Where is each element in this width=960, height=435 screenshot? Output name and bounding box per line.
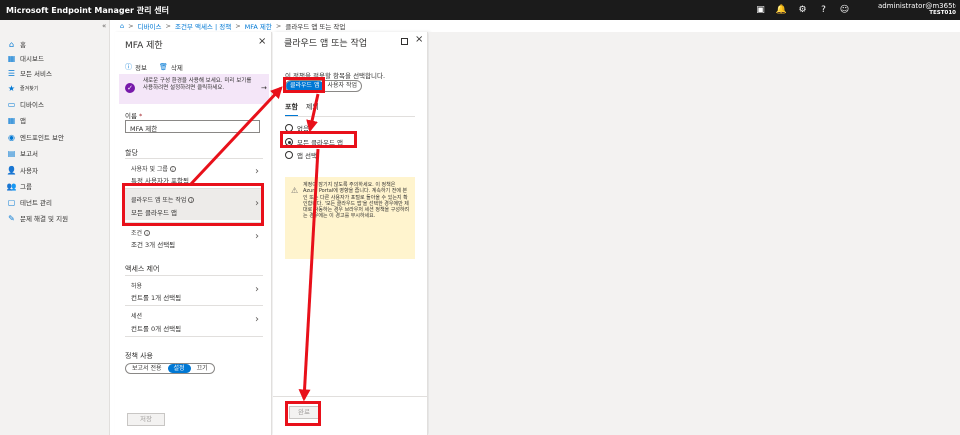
info-icon: i bbox=[144, 230, 151, 236]
breadcrumb-home-icon[interactable]: ⌂ bbox=[120, 22, 124, 30]
pill-cloud-apps[interactable]: 클라우드 앱 bbox=[286, 81, 324, 91]
tab-exclude[interactable]: 제외 bbox=[306, 102, 319, 117]
tab-include[interactable]: 포함 bbox=[285, 102, 298, 117]
breadcrumb-conditional-access[interactable]: 조건부 액세스 | 정책 bbox=[175, 21, 231, 31]
tenant-icon: ▢ bbox=[7, 197, 16, 207]
check-icon: ✓ bbox=[125, 83, 135, 93]
nav-item-all-services[interactable]: ☰ 모든 서비스 bbox=[7, 67, 52, 79]
arrow-right-icon: → bbox=[261, 84, 267, 92]
enable-policy-label: 정책 사용 bbox=[125, 352, 153, 360]
warning-text: 계정이 잠기지 않도록 주의하세요. 이 정책은 Azure Portal에 영… bbox=[303, 182, 410, 220]
radio-select-apps[interactable]: 앱 선택 bbox=[285, 150, 317, 160]
dashboard-icon: ▦ bbox=[7, 53, 16, 63]
nav-item-tenant-admin[interactable]: ▢ 테넌트 관리 bbox=[7, 196, 52, 208]
close-icon[interactable]: × bbox=[415, 34, 423, 45]
nav-item-users[interactable]: 👤 사용자 bbox=[7, 164, 38, 176]
breadcrumb-current: 클라우드 앱 또는 작업 bbox=[285, 23, 346, 31]
policy-blade: MFA 제한 × ⓘ 정보 🗑 삭제 ✓ 새로운 구성 환경을 사용해 보세요. 미… bbox=[115, 32, 272, 435]
nav-item-home[interactable]: ⌂ 홈 bbox=[7, 38, 26, 50]
delete-button[interactable]: 🗑 삭제 bbox=[159, 62, 183, 72]
radio-none[interactable]: 없음 bbox=[285, 123, 309, 133]
nav-item-apps[interactable]: ▦ 앱 bbox=[7, 114, 26, 126]
cloud-apps-blade: 클라우드 앱 또는 작업 × 이 정책을 적용할 항목을 선택합니다. 클라우드… bbox=[273, 32, 428, 435]
toggle-report-only[interactable]: 보고서 전용 bbox=[126, 364, 168, 373]
toggle-on[interactable]: 설정 bbox=[167, 364, 191, 373]
home-icon: ⌂ bbox=[8, 39, 15, 49]
device-icon: ▭ bbox=[7, 99, 16, 109]
apps-icon: ▦ bbox=[7, 115, 16, 125]
include-exclude-tabs: 포함 제외 bbox=[285, 102, 319, 117]
nav-item-reports[interactable]: ▤ 보고서 bbox=[7, 147, 38, 159]
shield-icon: ◉ bbox=[8, 132, 15, 142]
info-icon: i bbox=[169, 166, 176, 172]
toggle-off[interactable]: 끄기 bbox=[191, 364, 214, 373]
report-icon: ▤ bbox=[7, 148, 16, 158]
chevron-right-icon: › bbox=[255, 314, 259, 325]
session-row[interactable]: 세션 컨트롤 0개 선택됨 › bbox=[125, 305, 263, 337]
user-icon: 👤 bbox=[6, 165, 17, 175]
policy-name-input[interactable]: MFA 제한 bbox=[125, 120, 260, 133]
info-button[interactable]: ⓘ 정보 bbox=[125, 62, 147, 72]
left-nav: « ⌂ 홈 ▦ 대시보드 ☰ 모든 서비스 ★ 즐겨찾기 ▭ 디바이스 ▦ 앱 ◉ 엔드포인트… bbox=[0, 20, 110, 435]
chevron-right-icon: › bbox=[255, 231, 259, 242]
group-icon: 👥 bbox=[6, 181, 17, 191]
trash-icon: 🗑 bbox=[158, 63, 168, 71]
footer-divider bbox=[273, 396, 428, 397]
nav-item-devices[interactable]: ▭ 디바이스 bbox=[7, 98, 44, 110]
breadcrumb-mfa[interactable]: MFA 제한 bbox=[245, 21, 272, 31]
enable-policy-toggle[interactable]: 보고서 전용 설정 끄기 bbox=[125, 363, 215, 374]
smiley-icon[interactable]: ☺ bbox=[838, 3, 851, 16]
app-title: Microsoft Endpoint Manager 관리 센터 bbox=[6, 6, 169, 15]
user-name: administrator@m365tes... bbox=[878, 2, 956, 10]
nav-item-groups[interactable]: 👥 그룹 bbox=[7, 180, 32, 192]
chevron-right-icon: › bbox=[255, 284, 259, 295]
radio-all-cloud-apps[interactable]: 모든 클라우드 앱 bbox=[285, 137, 343, 147]
nav-item-favorites[interactable]: ★ 즐겨찾기 bbox=[7, 82, 39, 94]
preview-banner[interactable]: ✓ 새로운 구성 환경을 사용해 보세요. 미리 보기를 사용하려면 설정하려면… bbox=[119, 74, 269, 104]
breadcrumb: ⌂ > 디바이스 > 조건부 액세스 | 정책 > MFA 제한 > 클라우드 … bbox=[120, 21, 346, 31]
collapse-nav-icon[interactable]: « bbox=[102, 22, 106, 30]
account-menu[interactable]: administrator@m365tes... TEST010 bbox=[878, 2, 956, 16]
star-icon: ★ bbox=[7, 83, 16, 93]
grant-row[interactable]: 허용 컨트롤 1개 선택됨 › bbox=[125, 275, 263, 305]
info-icon: i bbox=[188, 197, 195, 203]
gear-icon[interactable]: ⚙ bbox=[796, 3, 809, 16]
lockout-warning: ⚠ 계정이 잠기지 않도록 주의하세요. 이 정책은 Azure Portal에… bbox=[285, 177, 415, 259]
name-label: 이름 * bbox=[125, 112, 143, 120]
target-type-selector[interactable]: 클라우드 앱 사용자 작업 bbox=[285, 80, 363, 92]
breadcrumb-devices[interactable]: 디바이스 bbox=[138, 21, 162, 31]
top-bar-icons: ▣ 🔔 ⚙ ? ☺ bbox=[754, 3, 851, 16]
warning-icon: ⚠ bbox=[291, 186, 299, 195]
cloud-apps-blade-title: 클라우드 앱 또는 작업 bbox=[284, 39, 368, 49]
cloud-apps-row[interactable]: 클라우드 앱 또는 작업 i 모든 클라우드 앱 › bbox=[125, 188, 263, 220]
close-icon[interactable]: × bbox=[258, 36, 266, 47]
assignments-label: 할당 bbox=[125, 149, 138, 157]
nav-item-endpoint-security[interactable]: ◉ 엔드포인트 보안 bbox=[7, 131, 64, 143]
tenant-name: TEST010 bbox=[929, 10, 956, 16]
info-icon: ⓘ bbox=[125, 63, 132, 71]
nav-item-troubleshooting[interactable]: ✎ 문제 해결 및 지원 bbox=[7, 212, 68, 224]
help-icon[interactable]: ? bbox=[817, 3, 830, 16]
chevron-right-icon: › bbox=[255, 198, 259, 209]
cloud-apps-description: 이 정책을 적용할 항목을 선택합니다. bbox=[285, 72, 386, 80]
banner-text: 새로운 구성 환경을 사용해 보세요. 미리 보기를 사용하려면 설정하려면 클… bbox=[143, 78, 252, 91]
chevron-right-icon: › bbox=[255, 166, 259, 177]
maximize-icon[interactable] bbox=[401, 38, 408, 45]
policy-toolbar: ⓘ 정보 🗑 삭제 bbox=[125, 62, 183, 72]
conditions-row[interactable]: 조건 i 조건 3개 선택됨 › bbox=[125, 222, 263, 252]
save-button[interactable]: 저장 bbox=[127, 413, 165, 426]
users-groups-row[interactable]: 사용자 및 그룹 i 특정 사용자가 포함됨 › bbox=[125, 158, 263, 185]
bell-icon[interactable]: 🔔 bbox=[775, 3, 788, 16]
nav-item-dashboard[interactable]: ▦ 대시보드 bbox=[7, 52, 44, 64]
wrench-icon: ✎ bbox=[8, 213, 15, 223]
policy-blade-title: MFA 제한 bbox=[125, 41, 163, 51]
feedback-icon[interactable]: ▣ bbox=[754, 3, 767, 16]
pill-user-actions[interactable]: 사용자 작업 bbox=[324, 81, 362, 91]
list-icon: ☰ bbox=[7, 68, 16, 78]
workspace-background bbox=[429, 32, 960, 435]
access-controls-label: 액세스 제어 bbox=[125, 265, 160, 273]
done-button[interactable]: 완료 bbox=[289, 406, 319, 419]
tab-divider bbox=[285, 116, 415, 117]
top-bar: Microsoft Endpoint Manager 관리 센터 ▣ 🔔 ⚙ ?… bbox=[0, 0, 960, 20]
